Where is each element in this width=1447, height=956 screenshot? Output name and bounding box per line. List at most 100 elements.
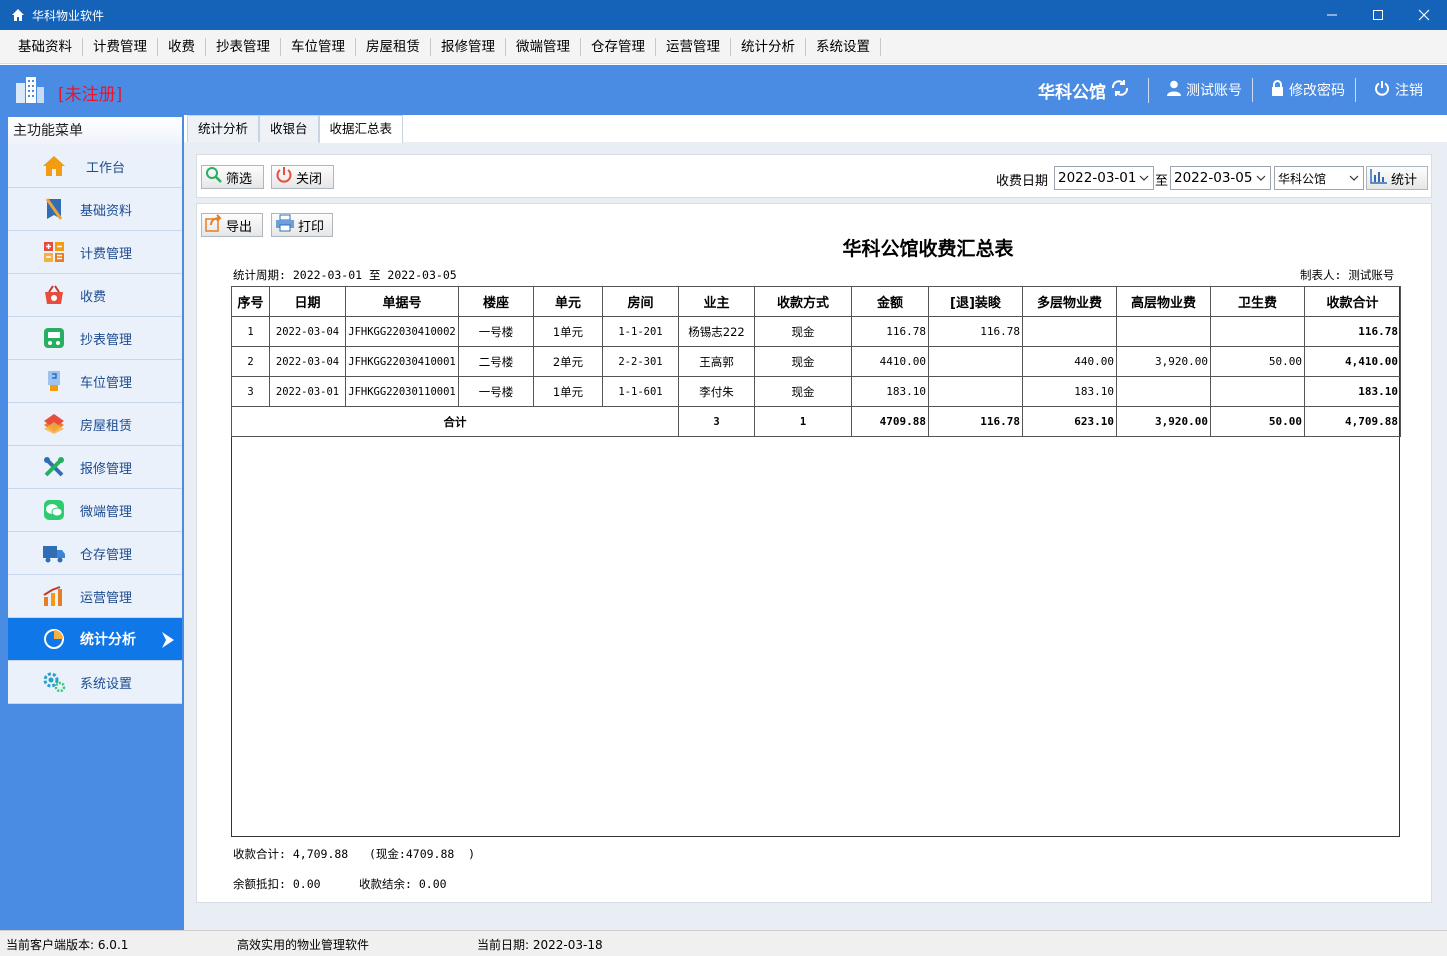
sidebar-item-repair[interactable]: 报修管理 — [8, 446, 182, 489]
sidebar-item-settings[interactable]: 系统设置 — [8, 661, 182, 704]
date-from-select[interactable]: 2022-03-01 — [1054, 166, 1154, 190]
company-switch[interactable]: 华科公馆 — [1038, 77, 1149, 103]
menu-basic-data[interactable]: 基础资料 — [8, 37, 83, 56]
statistics-button[interactable]: 统计 — [1366, 166, 1428, 190]
menu-charge[interactable]: 收费 — [158, 37, 206, 56]
table-row[interactable]: 3 2022-03-01 JFHKGG22030110001 一号楼 1单元 1… — [231, 376, 1401, 407]
filter-button[interactable]: 筛选 — [201, 165, 264, 189]
minimize-button[interactable] — [1309, 0, 1355, 30]
column-header[interactable]: 序号 — [231, 286, 270, 317]
wechat-icon — [42, 498, 66, 522]
column-header[interactable]: 单元 — [533, 286, 603, 317]
sidebar-item-micro[interactable]: 微端管理 — [8, 489, 182, 532]
menu-statistics[interactable]: 统计分析 — [731, 37, 806, 56]
sidebar-item-operations[interactable]: 运营管理 — [8, 575, 182, 618]
table-row[interactable]: 2 2022-03-04 JFHKGG22030410001 二号楼 2单元 2… — [231, 346, 1401, 377]
lock-icon — [1271, 80, 1284, 100]
menu-warehouse[interactable]: 仓存管理 — [581, 37, 656, 56]
account-link[interactable]: 测试账号 — [1149, 78, 1253, 102]
cell-receipt: JFHKGG22030110001 — [345, 376, 459, 407]
total-label: 合计 — [231, 406, 679, 437]
column-header[interactable]: 楼座 — [458, 286, 534, 317]
sidebar-item-statistics[interactable]: 统计分析 — [8, 618, 182, 661]
user-icon — [1167, 80, 1181, 100]
account-label: 测试账号 — [1186, 83, 1242, 99]
close-button[interactable]: 关闭 — [271, 165, 334, 189]
sidebar-item-rental[interactable]: 房屋租赁 — [8, 403, 182, 446]
cell-seq: 2 — [231, 346, 270, 377]
magnifier-icon — [205, 166, 223, 188]
total-sum: 4,709.88 — [1304, 406, 1401, 437]
column-header[interactable]: 金额 — [851, 286, 929, 317]
sidebar-item-meter[interactable]: 抄表管理 — [8, 317, 182, 360]
report-maker: 制表人: 测试账号 — [1300, 268, 1395, 282]
sidebar-item-warehouse[interactable]: 仓存管理 — [8, 532, 182, 575]
table-row[interactable]: 1 2022-03-04 JFHKGG22030410002 一号楼 1单元 1… — [231, 316, 1401, 347]
cell-sanitation — [1210, 316, 1305, 347]
logout-link[interactable]: 注销 — [1356, 78, 1433, 102]
column-header[interactable]: 收款方式 — [754, 286, 852, 317]
menu-repair[interactable]: 报修管理 — [431, 37, 506, 56]
sidebar-item-label: 微端管理 — [80, 504, 133, 520]
sidebar-item-charge[interactable]: 收费 — [8, 274, 182, 317]
date-to-value: 2022-03-05 — [1174, 170, 1253, 186]
sidebar-item-workbench[interactable]: 工作台 — [8, 145, 182, 188]
tab-receipt-summary[interactable]: 收据汇总表 — [318, 115, 404, 143]
change-password-label: 修改密码 — [1289, 83, 1345, 99]
maximize-button[interactable] — [1355, 0, 1401, 30]
total-amount: 4709.88 — [851, 406, 929, 437]
cell-building: 一号楼 — [458, 376, 534, 407]
cell-date: 2022-03-04 — [269, 316, 346, 347]
sidebar-item-label: 运营管理 — [80, 590, 133, 606]
cell-multi-fee: 440.00 — [1022, 346, 1117, 377]
export-icon — [205, 214, 223, 236]
sidebar-item-basic-data[interactable]: 基础资料 — [8, 188, 182, 231]
app-home-icon — [10, 7, 26, 23]
menu-settings[interactable]: 系统设置 — [806, 37, 881, 56]
cell-amount: 183.10 — [851, 376, 929, 407]
book-icon — [42, 197, 66, 221]
cell-unit: 2单元 — [533, 346, 603, 377]
status-bar: 当前客户端版本: 6.0.1 高效实用的物业管理软件 当前日期: 2022-03… — [0, 930, 1447, 956]
tab-statistics[interactable]: 统计分析 — [187, 115, 260, 142]
project-select[interactable]: 华科公馆 — [1274, 166, 1364, 190]
column-header[interactable]: 日期 — [269, 286, 346, 317]
cell-room: 1-1-201 — [602, 316, 679, 347]
total-sanitation: 50.00 — [1210, 406, 1305, 437]
sidebar-item-parking[interactable]: 车位管理 — [8, 360, 182, 403]
sidebar-item-label: 车位管理 — [80, 375, 133, 391]
title-bar: 华科物业软件 — [0, 0, 1447, 30]
change-password-link[interactable]: 修改密码 — [1253, 78, 1356, 102]
cell-multi-fee — [1022, 316, 1117, 347]
column-header[interactable]: [退]装睃 — [928, 286, 1023, 317]
menu-parking[interactable]: 车位管理 — [281, 37, 356, 56]
meter-icon — [42, 326, 66, 350]
cell-method: 现金 — [754, 376, 852, 407]
cell-unit: 1单元 — [533, 316, 603, 347]
total-deposit: 116.78 — [928, 406, 1023, 437]
column-header[interactable]: 单据号 — [345, 286, 459, 317]
window-title: 华科物业软件 — [32, 8, 105, 23]
menu-billing[interactable]: 计费管理 — [83, 37, 158, 56]
column-header[interactable]: 房间 — [602, 286, 679, 317]
export-label: 导出 — [226, 219, 253, 235]
close-window-button[interactable] — [1401, 0, 1447, 30]
menu-operations[interactable]: 运营管理 — [656, 37, 731, 56]
cell-method: 现金 — [754, 346, 852, 377]
column-header[interactable]: 高层物业费 — [1116, 286, 1211, 317]
report-period: 统计周期: 2022-03-01 至 2022-03-05 — [233, 268, 457, 282]
column-header[interactable]: 收款合计 — [1304, 286, 1401, 317]
column-header[interactable]: 多层物业费 — [1022, 286, 1117, 317]
tab-cashier[interactable]: 收银台 — [259, 115, 319, 142]
menu-micro[interactable]: 微端管理 — [506, 37, 581, 56]
column-header[interactable]: 卫生费 — [1210, 286, 1305, 317]
menu-rental[interactable]: 房屋租赁 — [356, 37, 431, 56]
column-header[interactable]: 业主 — [678, 286, 755, 317]
basket-icon — [42, 283, 66, 307]
cell-amount: 116.78 — [851, 316, 929, 347]
menu-meter[interactable]: 抄表管理 — [206, 37, 281, 56]
pie-chart-icon — [42, 627, 66, 651]
house-rent-icon — [42, 412, 66, 436]
date-to-select[interactable]: 2022-03-05 — [1170, 166, 1271, 190]
cell-total: 116.78 — [1304, 316, 1401, 347]
